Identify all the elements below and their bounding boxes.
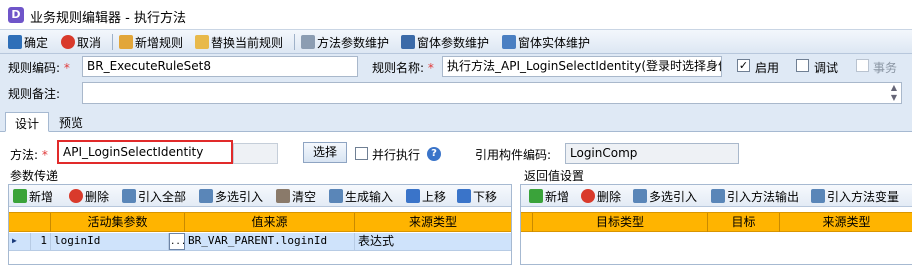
return-import-method-output-button[interactable]: 引入方法输出 — [711, 187, 799, 205]
cancel-icon — [61, 35, 75, 49]
params-toolbar: 新增 删除 引入全部 多选引入 清空 生成输入 上移 下移 — [9, 185, 511, 207]
clear-icon — [276, 189, 290, 203]
form-entity-button[interactable]: 窗体实体维护 — [502, 33, 590, 51]
import-icon — [122, 189, 136, 203]
main-toolbar: 确定 取消 新增规则 替换当前规则 方法参数维护 窗体参数维护 窗体实体维护 — [0, 30, 912, 54]
grid-icon — [502, 35, 516, 49]
ellipsis-button[interactable]: ... — [169, 233, 185, 250]
col-header-value-source[interactable]: 值来源 — [185, 213, 355, 232]
plus-icon — [13, 189, 27, 203]
component-code-label: 引用构件编码: — [475, 148, 552, 162]
parallel-checkbox[interactable] — [355, 147, 368, 160]
new-rule-icon — [119, 35, 133, 49]
rule-code-input[interactable]: BR_ExecuteRuleSet8 — [82, 56, 358, 77]
params-grid-header: 活动集参数 值来源 来源类型 — [9, 212, 511, 232]
import-icon — [199, 189, 213, 203]
params-multi-import-button[interactable]: 多选引入 — [199, 187, 263, 205]
debug-label: 调试 — [814, 61, 839, 75]
tab-preview[interactable]: 预览 — [50, 112, 92, 132]
return-toolbar: 新增 删除 多选引入 引入方法输出 引入方法变量 — [521, 185, 912, 207]
form-params-button[interactable]: 窗体参数维护 — [401, 33, 489, 51]
rule-name-label: 规则名称: * — [372, 61, 434, 75]
col-header-target[interactable]: 目标 — [708, 213, 780, 232]
params-generate-input-button[interactable]: 生成输入 — [329, 187, 393, 205]
method-input-extension — [233, 143, 278, 164]
col-header-activity-param[interactable]: 活动集参数 — [51, 213, 185, 232]
params-panel: 新增 删除 引入全部 多选引入 清空 生成输入 上移 下移 活动集参数 值来源 … — [8, 184, 512, 265]
rule-code-label: 规则编码: * — [8, 61, 70, 75]
remark-label: 规则备注: — [8, 87, 61, 101]
arrow-down-icon — [457, 189, 471, 203]
save-icon — [8, 35, 22, 49]
table-row[interactable]: ▶ 1 loginId ... BR_VAR_PARENT.loginId 表达… — [9, 233, 511, 251]
help-icon[interactable]: ? — [427, 147, 441, 161]
return-import-method-var-button[interactable]: 引入方法变量 — [811, 187, 899, 205]
app-icon: D — [8, 7, 24, 23]
arrow-up-icon — [406, 189, 420, 203]
col-header-source-type[interactable]: 来源类型 — [780, 213, 912, 232]
return-panel-title: 返回值设置 — [524, 169, 585, 183]
transaction-checkbox[interactable] — [856, 59, 869, 72]
return-panel: 新增 删除 多选引入 引入方法输出 引入方法变量 目标类型 目标 来源类型 — [520, 184, 912, 265]
design-panel: 方法: * API_LoginSelectIdentity 选择 并行执行 ? … — [0, 132, 912, 265]
cancel-button[interactable]: 取消 — [61, 33, 101, 51]
return-multi-import-button[interactable]: 多选引入 — [633, 187, 697, 205]
tab-design[interactable]: 设计 — [5, 112, 50, 132]
method-input[interactable]: API_LoginSelectIdentity — [57, 140, 233, 164]
tab-strip: 设计 预览 — [0, 110, 912, 132]
toolbar-separator — [294, 34, 295, 50]
method-params-button[interactable]: 方法参数维护 — [301, 33, 389, 51]
cell-value-source[interactable]: BR_VAR_PARENT.loginId — [185, 233, 355, 250]
params-import-all-button[interactable]: 引入全部 — [122, 187, 186, 205]
transaction-label: 事务 — [873, 61, 898, 75]
col-header-source-type[interactable]: 来源类型 — [355, 213, 511, 232]
toolbar-separator — [112, 34, 113, 50]
row-header-corner — [521, 213, 533, 232]
debug-checkbox[interactable] — [796, 59, 809, 72]
import-icon — [811, 189, 825, 203]
row-selected-indicator: ▶ — [9, 233, 31, 250]
import-icon — [711, 189, 725, 203]
return-delete-button[interactable]: 删除 — [581, 187, 621, 205]
new-rule-button[interactable]: 新增规则 — [119, 33, 183, 51]
remark-scrollbar[interactable]: ▲ ▼ — [887, 83, 901, 103]
parallel-label: 并行执行 — [372, 148, 421, 162]
return-grid-header: 目标类型 目标 来源类型 — [521, 212, 912, 232]
window-title: 业务规则编辑器 - 执行方法 — [30, 11, 186, 26]
import-icon — [633, 189, 647, 203]
cell-param[interactable]: loginId — [51, 233, 169, 250]
params-move-up-button[interactable]: 上移 — [406, 187, 446, 205]
folder-icon — [195, 35, 209, 49]
method-label: 方法: * — [10, 148, 48, 162]
col-header-target-type[interactable]: 目标类型 — [533, 213, 708, 232]
generate-icon — [329, 189, 343, 203]
var-icon — [401, 35, 415, 49]
row-index: 1 — [31, 233, 51, 250]
minus-icon — [581, 189, 595, 203]
row-header-corner — [9, 213, 51, 232]
remark-textarea[interactable] — [82, 82, 902, 104]
plus-icon — [529, 189, 543, 203]
replace-rule-button[interactable]: 替换当前规则 — [195, 33, 283, 51]
params-panel-title: 参数传递 — [10, 169, 59, 183]
enable-label: 启用 — [755, 61, 780, 75]
params-add-button[interactable]: 新增 — [13, 187, 53, 205]
cell-source-type[interactable]: 表达式 — [355, 233, 511, 250]
title-bar: D 业务规则编辑器 - 执行方法 — [0, 0, 912, 30]
params-move-down-button[interactable]: 下移 — [457, 187, 497, 205]
rule-form: 规则编码: * BR_ExecuteRuleSet8 规则名称: * 执行方法_… — [0, 54, 912, 110]
confirm-button[interactable]: 确定 — [8, 33, 48, 51]
minus-icon — [69, 189, 83, 203]
rule-name-input[interactable]: 执行方法_API_LoginSelectIdentity(登录时选择身份) — [442, 56, 722, 77]
select-method-button[interactable]: 选择 — [303, 142, 347, 163]
params-delete-button[interactable]: 删除 — [69, 187, 109, 205]
component-code-input: LoginComp — [565, 143, 739, 164]
list-icon — [301, 35, 315, 49]
params-clear-button[interactable]: 清空 — [276, 187, 316, 205]
enable-checkbox[interactable]: ✓ — [737, 59, 750, 72]
return-add-button[interactable]: 新增 — [529, 187, 569, 205]
